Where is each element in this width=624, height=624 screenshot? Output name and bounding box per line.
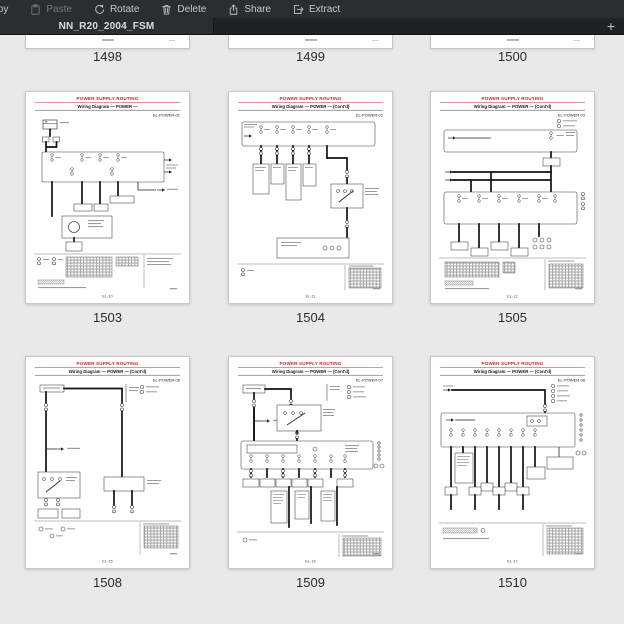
page-number-label: 1498 (25, 50, 190, 64)
diagram-code: EL-POWER-06 (153, 378, 181, 383)
tab-title: NN_R20_2004_FSM (59, 21, 155, 32)
thumbnail-page-1505[interactable]: POWER SUPPLY ROUTING Wiring Diagram — PO… (430, 91, 595, 304)
page-header-title: POWER SUPPLY ROUTING (482, 361, 544, 366)
wiring-diagram-el-power-03: POWER SUPPLY ROUTING Wiring Diagram — PO… (431, 92, 594, 303)
page-footer-smudge (305, 39, 317, 41)
page-number-label: 1504 (228, 311, 393, 325)
page-subtitle: Wiring Diagram — POWER — (Cont'd) (474, 369, 552, 374)
share-icon (228, 4, 239, 15)
schematic-drawing (237, 384, 384, 557)
page-header-title: POWER SUPPLY ROUTING (280, 361, 342, 366)
thumbnail-page-1509[interactable]: POWER SUPPLY ROUTING Wiring Diagram — PO… (228, 356, 393, 569)
toolbar-button-rotate[interactable]: Rotate (94, 4, 139, 15)
toolbar-button-paste[interactable]: Paste (30, 4, 72, 15)
toolbar-button-extract[interactable]: Extract (293, 4, 340, 15)
page-subtitle: Wiring Diagram — POWER — (Cont'd) (272, 369, 350, 374)
rotate-icon (94, 4, 105, 15)
toolbar-button-paste-label: Paste (46, 4, 72, 15)
schematic-drawing (237, 122, 384, 290)
thumbnail-page-1508[interactable]: POWER SUPPLY ROUTING Wiring Diagram — PO… (25, 356, 190, 569)
page-number-label: 1500 (430, 50, 595, 64)
add-tab-button[interactable]: + (602, 18, 620, 34)
page-header-title: POWER SUPPLY ROUTING (77, 361, 139, 366)
page-corner-smudge (574, 40, 580, 41)
tab-active-document[interactable]: NN_R20_2004_FSM (0, 18, 214, 34)
page-number-label: 1509 (228, 576, 393, 590)
diagram-code: EL-POWER-03 (558, 113, 586, 118)
page-number-label: 1510 (430, 576, 595, 590)
wiring-diagram-el-power-08: POWER SUPPLY ROUTING Wiring Diagram — PO… (431, 357, 594, 568)
toolbar: Copy Paste Rotate Delete Share Extract (0, 0, 624, 18)
thumbnail-strip-1500[interactable] (430, 35, 595, 49)
page-header-title: POWER SUPPLY ROUTING (280, 96, 342, 101)
toolbar-button-rotate-label: Rotate (110, 4, 139, 15)
page-number-label: 1508 (25, 576, 190, 590)
page-footer-smudge (507, 39, 519, 41)
page-subtitle: Wiring Diagram — POWER — (Cont'd) (69, 369, 147, 374)
page-subtitle: Wiring Diagram — POWER — (77, 104, 138, 109)
toolbar-button-share-label: Share (244, 4, 271, 15)
schematic-drawing (439, 384, 586, 556)
page-footer-code: EL-16 (305, 559, 315, 564)
page-number-label: 1505 (430, 311, 595, 325)
page-footer-code: EL-17 (507, 559, 517, 564)
thumbnail-page-1504[interactable]: POWER SUPPLY ROUTING Wiring Diagram — PO… (228, 91, 393, 304)
extract-icon (293, 4, 304, 15)
schematic-drawing (34, 384, 181, 555)
toolbar-button-copy-label: Copy (0, 4, 8, 15)
wiring-diagram-el-power-07: POWER SUPPLY ROUTING Wiring Diagram — PO… (229, 357, 392, 568)
schematic-drawing (439, 119, 586, 290)
thumbnail-page-1510[interactable]: POWER SUPPLY ROUTING Wiring Diagram — PO… (430, 356, 595, 569)
toolbar-button-delete-label: Delete (177, 4, 206, 15)
page-footer-smudge (102, 39, 114, 41)
diagram-code: EL-POWER-02 (356, 113, 384, 118)
plus-icon: + (607, 18, 615, 34)
page-number-label: 1503 (25, 311, 190, 325)
wiring-diagram-el-power-02: POWER SUPPLY ROUTING Wiring Diagram — PO… (229, 92, 392, 303)
diagram-code: EL-POWER-07 (356, 378, 384, 383)
delete-icon (161, 4, 172, 15)
thumbnail-page-1503[interactable]: POWER SUPPLY ROUTING Wiring Diagram — PO… (25, 91, 190, 304)
page-footer-code: EL-15 (102, 559, 112, 564)
toolbar-items: Copy Paste Rotate Delete Share Extract (0, 4, 340, 15)
toolbar-button-extract-label: Extract (309, 4, 340, 15)
page-corner-smudge (169, 40, 175, 41)
diagram-code: EL-POWER-08 (558, 378, 586, 383)
page-footer-code: EL-10 (102, 294, 113, 299)
thumbnail-strip-1499[interactable] (228, 35, 393, 49)
wiring-diagram-el-power-06: POWER SUPPLY ROUTING Wiring Diagram — PO… (26, 357, 189, 568)
page-corner-smudge (372, 40, 378, 41)
thumbnail-strip-1498[interactable] (25, 35, 190, 49)
page-footer-code: EL-11 (305, 294, 315, 299)
page-header-title: POWER SUPPLY ROUTING (77, 96, 139, 101)
schematic-drawing (34, 120, 181, 288)
page-number-label: 1499 (228, 50, 393, 64)
page-footer-code: EL-12 (507, 294, 517, 299)
thumbnail-grid: 1498 1499 1500 POWER SUPPLY ROUTING Wiri… (0, 35, 624, 624)
page-header-title: POWER SUPPLY ROUTING (482, 96, 544, 101)
diagram-code: EL-POWER-01 (153, 113, 181, 118)
tab-bar: NN_R20_2004_FSM + (0, 18, 624, 35)
toolbar-button-share[interactable]: Share (228, 4, 271, 15)
page-subtitle: Wiring Diagram — POWER — (Cont'd) (474, 104, 552, 109)
wiring-diagram-el-power-01: POWER SUPPLY ROUTING Wiring Diagram — PO… (26, 92, 189, 303)
page-subtitle: Wiring Diagram — POWER — (Cont'd) (272, 104, 350, 109)
paste-icon (30, 4, 41, 15)
toolbar-button-delete[interactable]: Delete (161, 4, 206, 15)
toolbar-button-copy[interactable]: Copy (0, 4, 8, 15)
